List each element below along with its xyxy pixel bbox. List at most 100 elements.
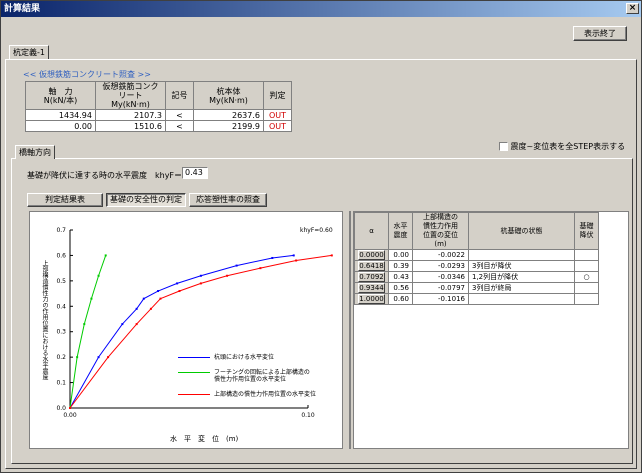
seismic-cell: 0.39	[388, 260, 413, 272]
series-line-0	[69, 254, 294, 409]
y-tick-label: 0.7	[56, 227, 66, 234]
series-point-0	[135, 307, 138, 310]
alpha-cell: 0.9344	[354, 282, 389, 294]
show-all-steps-option[interactable]: 震度~変位表を全STEP表示する	[499, 141, 625, 152]
x-tick-label: 0.10	[301, 412, 315, 419]
series-point-0	[292, 254, 295, 257]
col-header-rc-text: 仮想鉄筋コンクリート My(kN·m)	[102, 82, 159, 109]
load-displacement-chart: 0.0 0.1 0.2 0.3 0.4 0.5 0.6 0.7 0.00 0.10 上部構造慣性力…	[29, 211, 343, 449]
legend-line-pile-head	[178, 357, 210, 358]
seismic-cell: 0.43	[388, 271, 413, 283]
alpha-cell: 0.6418	[354, 260, 389, 272]
col-header-yield-text: 基礎 降伏	[579, 222, 594, 239]
state-cell: 3列目が終局	[468, 282, 575, 294]
series-point-2	[135, 323, 138, 326]
col-header-seismic-text: 水平 震度	[393, 222, 408, 239]
splitter-handle[interactable]	[349, 211, 351, 449]
y-axis-label: 上部構造慣性力の作用位置における水平震度	[41, 260, 48, 380]
subtab-foundation-safety[interactable]: 基礎の安全性の判定	[106, 193, 186, 207]
series-point-1	[76, 356, 79, 359]
col-header-judgement: 判定	[263, 81, 292, 110]
series-point-1	[90, 297, 93, 300]
tab-bridge-axis[interactable]: 橋軸方向	[15, 145, 55, 159]
series-point-1	[104, 254, 107, 257]
series-point-1	[97, 274, 100, 277]
axial-cell: 0.00	[25, 120, 96, 132]
series-point-2	[178, 290, 181, 293]
series-point-0	[271, 256, 274, 259]
table-row[interactable]: 0.7092 0.43 -0.0346 1,2列目が降伏 ○	[354, 271, 599, 283]
rc-check-table: 軸 力 N(kN/本) 仮想鉄筋コンクリート My(kN·m) 記号 杭本体 M…	[25, 81, 292, 132]
series-point-2	[107, 356, 110, 359]
judgement-cell: OUT	[263, 109, 292, 121]
col-header-pile: 杭本体 My(kN·m)	[193, 81, 264, 110]
show-all-steps-checkbox[interactable]	[499, 142, 508, 151]
series-point-0	[235, 264, 238, 267]
alpha-value: 0.0000	[358, 250, 385, 260]
show-all-steps-label: 震度~変位表を全STEP表示する	[510, 142, 626, 151]
y-tick-label: 0.1	[56, 380, 66, 387]
yield-cell: ○	[574, 271, 599, 283]
y-tick-label: 0.0	[56, 405, 66, 412]
series-point-0	[199, 274, 202, 277]
alpha-value: 1.0000	[358, 294, 385, 304]
title-bar: 計算結果 ×	[1, 1, 641, 17]
close-display-button[interactable]: 表示終了	[573, 26, 627, 41]
alpha-cell: 0.7092	[354, 271, 389, 283]
series-point-0	[121, 323, 124, 326]
disp-cell: -0.0346	[412, 271, 469, 283]
col-header-yield: 基礎 降伏	[574, 212, 599, 250]
table-row[interactable]: 0.9344 0.56 -0.0797 3列目が終局	[354, 282, 599, 294]
rc-my-cell: 2107.3	[95, 109, 166, 121]
table-row[interactable]: 0.6418 0.39 -0.0293 3列目が降伏	[354, 260, 599, 272]
series-point-2	[259, 267, 262, 270]
result-table: α 水平 震度 上部構造の 慣性力作用 位置の変位 (m) 杭基礎の状態 基礎 …	[354, 212, 599, 305]
table-row[interactable]: 0.0000 0.00 -0.0022	[354, 249, 599, 261]
col-header-pile-text: 杭本体 My(kN·m)	[209, 86, 248, 105]
series-point-2	[159, 297, 162, 300]
legend-label-superstructure: 上部構造の慣性力作用位置の水平変位	[214, 391, 317, 398]
khyf-annotation: khyF=0.60	[300, 227, 333, 234]
col-header-alpha: α	[354, 212, 389, 250]
khyf-value: 0.43	[182, 167, 208, 179]
alpha-value: 0.6418	[358, 261, 385, 271]
table-row[interactable]: 1.0000 0.60 -0.1016	[354, 293, 599, 305]
col-header-disp: 上部構造の 慣性力作用 位置の変位 (m)	[412, 212, 469, 250]
state-cell	[468, 293, 575, 305]
x-tick-label: 0.00	[63, 412, 77, 419]
series-point-0	[176, 282, 179, 285]
y-tick-label: 0.5	[56, 278, 66, 285]
table-row: 0.00 1510.6 < 2199.9 OUT	[25, 120, 292, 132]
series-point-2	[69, 407, 71, 409]
chart-svg: 0.0 0.1 0.2 0.3 0.4 0.5 0.6 0.7 0.00 0.10	[56, 227, 333, 419]
series-point-2	[295, 259, 298, 262]
tab-pile-definition-1[interactable]: 杭定義-1	[9, 45, 49, 59]
subtab-judgement-table[interactable]: 判定結果表	[27, 193, 103, 207]
section-title: << 仮想鉄筋コンクリート照査 >>	[23, 70, 151, 79]
yield-cell	[574, 282, 599, 294]
yield-cell	[574, 260, 599, 272]
y-tick-label: 0.4	[56, 303, 66, 310]
series-point-2	[149, 307, 152, 310]
disp-cell: -0.0293	[412, 260, 469, 272]
col-header-axial: 軸 力 N(kN/本)	[25, 81, 96, 110]
rc-my-cell: 1510.6	[95, 120, 166, 132]
result-window: 計算結果 × 表示終了 杭定義-1 << 仮想鉄筋コンクリート照査 >> 軸 力…	[0, 0, 642, 473]
table-row: 1434.94 2107.3 < 2637.6 OUT	[25, 109, 292, 121]
judgement-cell: OUT	[263, 120, 292, 132]
seismic-cell: 0.00	[388, 249, 413, 261]
legend-line-superstructure	[178, 394, 210, 395]
yield-cell	[574, 293, 599, 305]
close-icon[interactable]: ×	[626, 3, 639, 14]
col-header-symbol: 記号	[165, 81, 194, 110]
seismic-cell: 0.56	[388, 282, 413, 294]
alpha-value: 0.7092	[358, 272, 385, 282]
khyf-label: 基礎が降伏に達する時の水平震度 khyF＝	[27, 171, 183, 180]
subtab-response-ductility[interactable]: 応答塑性率の照査	[189, 193, 267, 207]
alpha-cell: 1.0000	[354, 293, 389, 305]
seismic-cell: 0.60	[388, 293, 413, 305]
symbol-cell: <	[165, 120, 194, 132]
legend-label-footing: フーチングの回転による上部構造の慣性力作用位置の水平変位	[214, 369, 310, 383]
series-line-1	[69, 255, 107, 409]
disp-cell: -0.1016	[412, 293, 469, 305]
